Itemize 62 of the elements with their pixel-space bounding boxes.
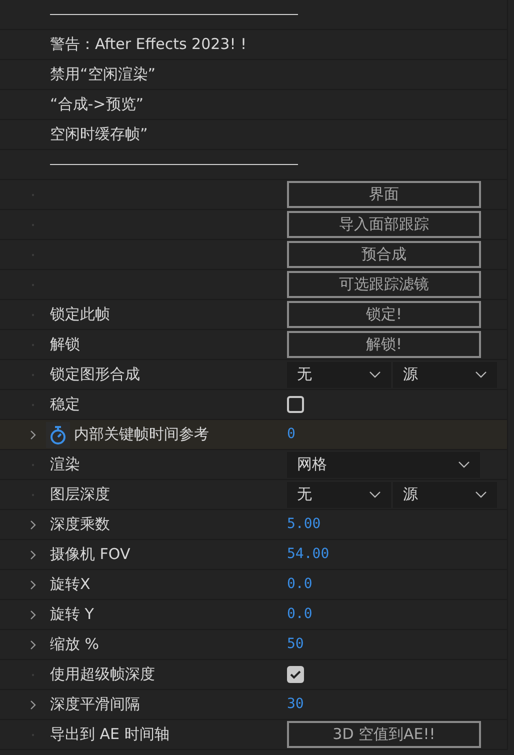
action-button[interactable]: 解锁! xyxy=(287,331,481,358)
chevron-icon xyxy=(30,610,36,620)
property-label: 旋转 Y xyxy=(50,604,94,626)
chevron-icon xyxy=(30,550,36,560)
property-label: 渲染 xyxy=(50,454,80,476)
note-text: “合成->预览” xyxy=(50,94,144,116)
value-field[interactable]: 0.0 xyxy=(287,604,312,625)
chevron-down-icon xyxy=(458,461,470,468)
property-label: 摄像机 FOV xyxy=(50,544,130,566)
action-button[interactable]: 预合成 xyxy=(287,241,481,268)
action-button[interactable]: 3D 空值到AE!! xyxy=(287,721,481,748)
chevron-icon xyxy=(30,580,36,590)
property-label: 使用超级帧深度 xyxy=(50,664,155,686)
check-icon xyxy=(290,670,301,679)
property-label: 导出到 AE 时间轴 xyxy=(50,724,170,746)
dropdown[interactable]: 无 xyxy=(287,362,391,388)
action-button[interactable]: 导入面部跟踪 xyxy=(287,211,481,238)
expand-button[interactable] xyxy=(28,548,38,562)
property-label: 深度平滑间隔 xyxy=(50,694,140,716)
expand-button[interactable] xyxy=(28,698,38,712)
expand-button[interactable] xyxy=(28,428,38,442)
chevron-down-icon xyxy=(369,371,381,378)
chevron-down-icon xyxy=(475,371,487,378)
value-field[interactable]: 5.00 xyxy=(287,514,321,535)
expand-button[interactable] xyxy=(28,638,38,652)
dropdown[interactable]: 无 xyxy=(287,482,391,508)
chevron-down-icon xyxy=(369,491,381,498)
expand-button[interactable] xyxy=(28,578,38,592)
value-field[interactable]: 0.0 xyxy=(287,574,312,595)
expand-button[interactable] xyxy=(28,608,38,622)
expand-button[interactable] xyxy=(28,518,38,532)
property-label: 深度乘数 xyxy=(50,514,110,536)
action-button[interactable]: 可选跟踪滤镜 xyxy=(287,271,481,298)
property-label: 锁定此帧 xyxy=(50,304,110,326)
note-text: 禁用“空闲渲染” xyxy=(50,64,156,86)
value-field[interactable]: 30 xyxy=(287,694,304,715)
property-label: 稳定 xyxy=(50,394,80,416)
action-button[interactable]: 界面 xyxy=(287,181,481,208)
chevron-icon xyxy=(30,520,36,530)
dropdown[interactable]: 源 xyxy=(393,482,497,508)
value-field[interactable]: 0 xyxy=(287,424,296,445)
property-label: 缩放 % xyxy=(50,634,100,656)
value-field[interactable]: 50 xyxy=(287,634,304,655)
action-button[interactable]: 锁定! xyxy=(287,301,481,328)
checkbox[interactable] xyxy=(287,666,304,683)
chevron-down-icon xyxy=(475,491,487,498)
dropdown[interactable]: 网格 xyxy=(287,452,480,478)
value-field[interactable]: 54.00 xyxy=(287,544,330,565)
stopwatch-icon xyxy=(49,424,67,444)
chevron-icon xyxy=(30,700,36,710)
property-label: 解锁 xyxy=(50,334,80,356)
property-label: 旋转X xyxy=(50,574,90,596)
stopwatch-button[interactable] xyxy=(46,422,70,448)
property-label: 内部关键帧时间参考 xyxy=(74,424,209,446)
property-label: 锁定图形合成 xyxy=(50,364,140,386)
note-text: 空闲时缓存帧” xyxy=(50,124,148,146)
property-label: 图层深度 xyxy=(50,484,110,506)
chevron-icon xyxy=(30,430,36,440)
dropdown[interactable]: 源 xyxy=(393,362,497,388)
chevron-icon xyxy=(30,640,36,650)
checkbox[interactable] xyxy=(287,396,304,413)
note-text: 警告：After Effects 2023! ! xyxy=(50,34,247,56)
